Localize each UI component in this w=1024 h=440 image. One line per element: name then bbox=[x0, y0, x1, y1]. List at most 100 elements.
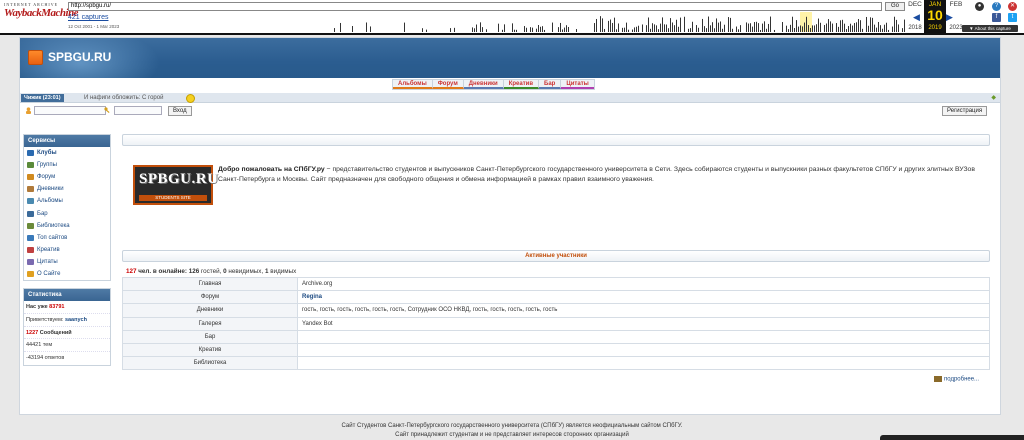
capture-bar[interactable] bbox=[594, 23, 595, 32]
capture-bar[interactable] bbox=[560, 22, 561, 32]
capture-bar[interactable] bbox=[602, 18, 603, 32]
twitter-icon[interactable]: t bbox=[1008, 13, 1017, 22]
capture-bar[interactable] bbox=[830, 21, 831, 32]
capture-bar[interactable] bbox=[366, 22, 367, 32]
capture-bar[interactable] bbox=[562, 29, 563, 32]
capture-bar[interactable] bbox=[852, 25, 853, 32]
capture-bar[interactable] bbox=[868, 25, 869, 32]
capture-bar[interactable] bbox=[800, 25, 801, 32]
capture-bar[interactable] bbox=[808, 25, 809, 32]
capture-bar[interactable] bbox=[676, 19, 677, 32]
capture-bar[interactable] bbox=[798, 26, 799, 32]
capture-bar[interactable] bbox=[894, 16, 895, 32]
captures-link[interactable]: 421 captures bbox=[68, 14, 108, 21]
capture-bar[interactable] bbox=[768, 23, 769, 32]
capture-bar[interactable] bbox=[610, 19, 611, 32]
capture-bar[interactable] bbox=[564, 27, 565, 32]
capture-bar[interactable] bbox=[536, 28, 537, 32]
capture-bar[interactable] bbox=[568, 26, 569, 32]
capture-bar[interactable] bbox=[558, 27, 559, 32]
capture-bar[interactable] bbox=[760, 29, 761, 32]
site-logo-icon[interactable] bbox=[28, 50, 43, 65]
capture-bar[interactable] bbox=[902, 28, 903, 32]
capture-bar[interactable] bbox=[746, 22, 747, 32]
capture-bar[interactable] bbox=[736, 26, 737, 32]
about-capture-button[interactable]: ▼ About this capture bbox=[962, 25, 1018, 32]
capture-bar[interactable] bbox=[712, 22, 713, 32]
capture-bar[interactable] bbox=[618, 23, 619, 32]
sidebar-item[interactable]: Клубы bbox=[24, 147, 110, 159]
capture-bar[interactable] bbox=[404, 22, 405, 32]
sidebar-item[interactable]: О Сайте bbox=[24, 268, 110, 280]
capture-bar[interactable] bbox=[504, 24, 505, 32]
capture-bar[interactable] bbox=[498, 23, 499, 32]
capture-bar[interactable] bbox=[652, 23, 653, 32]
capture-bar[interactable] bbox=[370, 26, 371, 32]
sidebar-item[interactable]: Бар bbox=[24, 207, 110, 219]
capture-bar[interactable] bbox=[474, 28, 475, 32]
capture-bar[interactable] bbox=[740, 25, 741, 32]
capture-bar[interactable] bbox=[352, 26, 353, 32]
capture-bar[interactable] bbox=[688, 28, 689, 32]
capture-bar[interactable] bbox=[530, 27, 531, 32]
capture-bar[interactable] bbox=[648, 17, 649, 32]
nav-creative[interactable]: Креатив bbox=[503, 80, 540, 89]
capture-bar[interactable] bbox=[678, 26, 679, 32]
capture-bar[interactable] bbox=[650, 28, 651, 32]
capture-bar[interactable] bbox=[860, 20, 861, 32]
close-icon[interactable]: ✕ bbox=[1008, 2, 1017, 11]
sidebar-item[interactable]: Группы bbox=[24, 159, 110, 171]
sidebar-item[interactable]: Форум bbox=[24, 171, 110, 183]
capture-bar[interactable] bbox=[728, 17, 729, 32]
capture-bar[interactable] bbox=[480, 22, 481, 32]
capture-bar[interactable] bbox=[896, 19, 897, 32]
capture-bar[interactable] bbox=[828, 19, 829, 32]
capture-bar[interactable] bbox=[472, 27, 473, 32]
capture-bar[interactable] bbox=[782, 22, 783, 32]
chat-expand-icon[interactable]: ◆ bbox=[991, 94, 996, 101]
capture-bar[interactable] bbox=[764, 21, 765, 32]
capture-bar[interactable] bbox=[844, 23, 845, 32]
capture-bar[interactable] bbox=[848, 26, 849, 32]
capture-bar[interactable] bbox=[724, 24, 725, 32]
capture-bar[interactable] bbox=[804, 22, 805, 32]
capture-bar[interactable] bbox=[766, 28, 767, 32]
capture-bar[interactable] bbox=[882, 28, 883, 32]
capture-bar[interactable] bbox=[874, 24, 875, 32]
capture-bar[interactable] bbox=[730, 17, 731, 32]
capture-bar[interactable] bbox=[608, 20, 609, 32]
user-icon[interactable]: ● bbox=[975, 2, 984, 11]
capture-bar[interactable] bbox=[662, 17, 663, 32]
capture-bar[interactable] bbox=[812, 25, 813, 32]
capture-bar[interactable] bbox=[880, 25, 881, 32]
login-username-input[interactable] bbox=[34, 106, 106, 115]
capture-bar[interactable] bbox=[532, 27, 533, 32]
capture-bar[interactable] bbox=[656, 25, 657, 32]
capture-bar[interactable] bbox=[714, 28, 715, 32]
capture-bar[interactable] bbox=[670, 18, 671, 32]
capture-bar[interactable] bbox=[660, 23, 661, 32]
capture-bar[interactable] bbox=[756, 21, 757, 32]
capture-bar[interactable] bbox=[710, 25, 711, 32]
capture-bar[interactable] bbox=[838, 26, 839, 32]
users-cell[interactable]: Regina bbox=[297, 290, 990, 305]
sidebar-item[interactable]: Библиотека bbox=[24, 220, 110, 232]
capture-bar[interactable] bbox=[622, 27, 623, 32]
capture-bar[interactable] bbox=[486, 29, 487, 32]
capture-bar[interactable] bbox=[616, 29, 617, 32]
capture-bar[interactable] bbox=[674, 25, 675, 32]
capture-bar[interactable] bbox=[788, 29, 789, 32]
capture-bar[interactable] bbox=[732, 28, 733, 32]
capture-bar[interactable] bbox=[824, 24, 825, 32]
facebook-icon[interactable]: f bbox=[992, 13, 1001, 22]
capture-bar[interactable] bbox=[854, 23, 855, 32]
capture-bar[interactable] bbox=[722, 28, 723, 32]
capture-bar[interactable] bbox=[426, 29, 427, 32]
capture-bar[interactable] bbox=[878, 21, 879, 32]
month-prev[interactable]: DEC 2018 bbox=[904, 0, 926, 33]
capture-bar[interactable] bbox=[654, 24, 655, 32]
capture-bar[interactable] bbox=[794, 27, 795, 32]
capture-bar[interactable] bbox=[884, 24, 885, 32]
capture-bar[interactable] bbox=[604, 28, 605, 32]
sidebar-item[interactable]: Цитаты bbox=[24, 256, 110, 268]
